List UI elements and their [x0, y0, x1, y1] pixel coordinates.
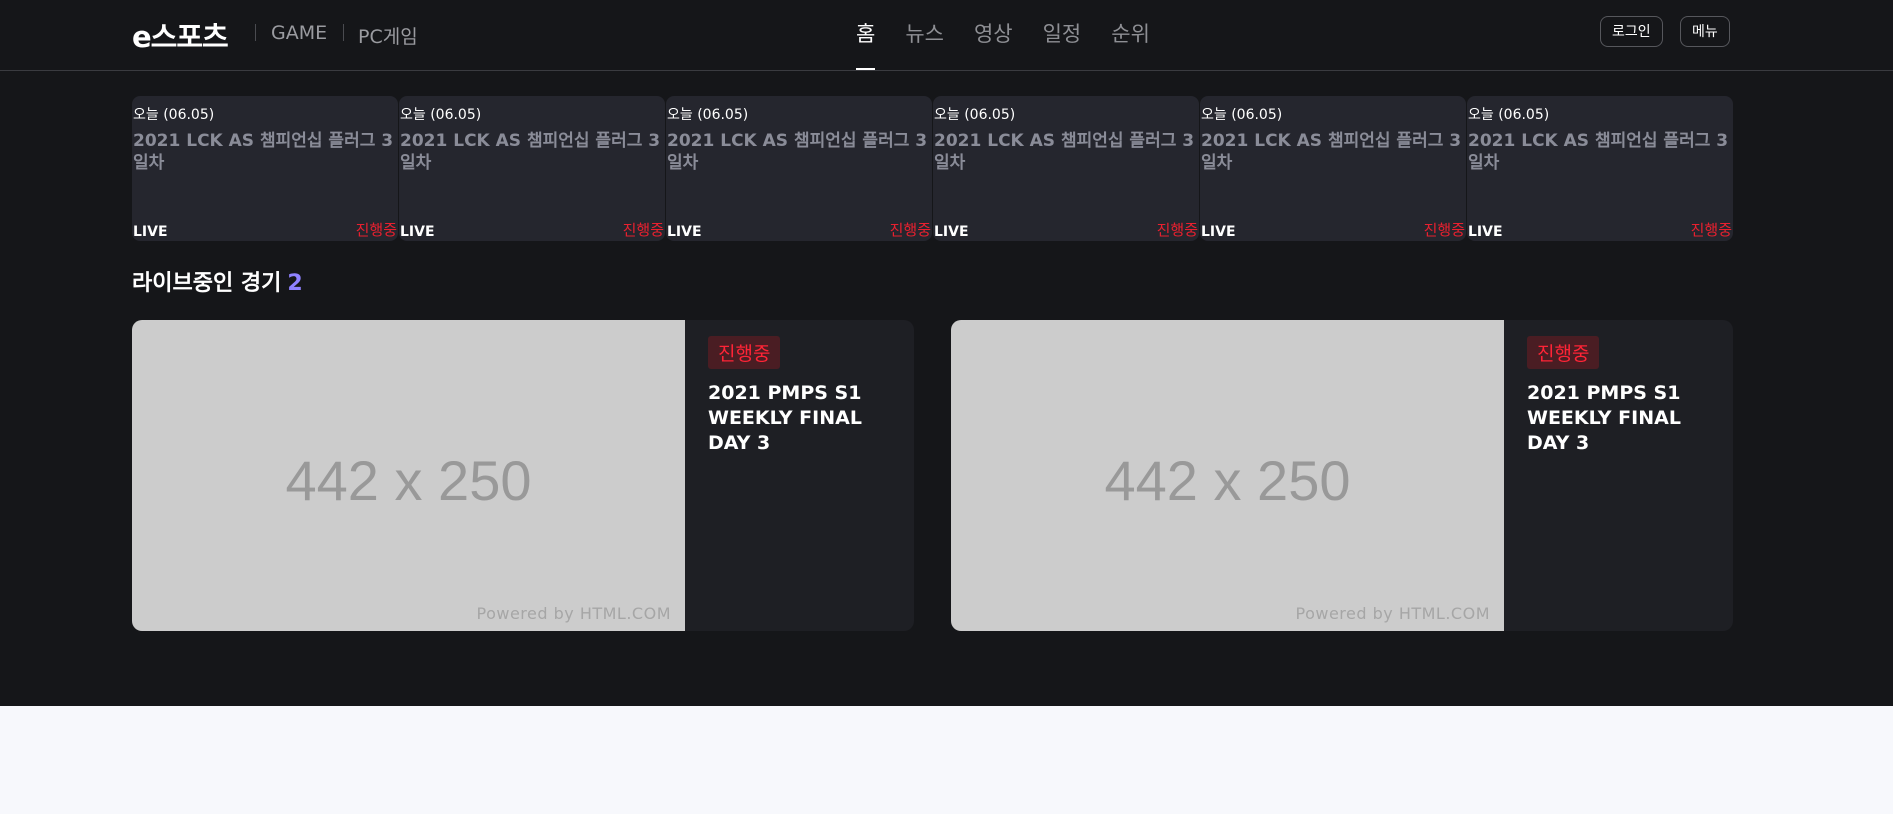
live-label: LIVE [934, 224, 969, 240]
thumbnail-powered-text: Powered by HTML.COM [476, 604, 671, 623]
schedule-title: 2021 LCK AS 챔피언십 플러그 3일차 [400, 131, 661, 173]
live-label: LIVE [667, 224, 702, 240]
schedule-date: 오늘 (06.05) [1468, 107, 1550, 123]
nav-tab-news[interactable]: 뉴스 [905, 18, 944, 70]
main-dark-area: e스포츠 GAME PC게임 홈 뉴스 영상 일정 순위 로그인 메뉴 오늘 (… [0, 0, 1893, 706]
menu-button[interactable]: 메뉴 [1680, 16, 1730, 47]
site-logo[interactable]: e스포츠 [132, 14, 229, 56]
schedule-title: 2021 LCK AS 챔피언십 플러그 3일차 [934, 131, 1195, 173]
header-divider [255, 24, 256, 41]
schedule-card[interactable]: 오늘 (06.05) 2021 LCK AS 챔피언십 플러그 3일차 LIVE… [666, 96, 932, 241]
schedule-title: 2021 LCK AS 챔피언십 플러그 3일차 [133, 131, 394, 173]
status-label: 진행중 [1423, 221, 1465, 239]
status-label: 진행중 [1156, 221, 1198, 239]
live-label: LIVE [133, 224, 168, 240]
live-label: LIVE [1468, 224, 1503, 240]
schedule-card[interactable]: 오늘 (06.05) 2021 LCK AS 챔피언십 플러그 3일차 LIVE… [132, 96, 398, 241]
status-label: 진행중 [1690, 221, 1732, 239]
footer-area [0, 706, 1893, 814]
live-label: LIVE [1201, 224, 1236, 240]
match-thumbnail[interactable]: 442 x 250 Powered by HTML.COM [951, 320, 1504, 631]
schedule-strip: 오늘 (06.05) 2021 LCK AS 챔피언십 플러그 3일차 LIVE… [132, 96, 1733, 241]
login-button[interactable]: 로그인 [1600, 16, 1663, 47]
nav-tab-video[interactable]: 영상 [974, 18, 1013, 70]
nav-tab-schedule[interactable]: 일정 [1043, 18, 1082, 70]
schedule-date: 오늘 (06.05) [400, 107, 482, 123]
status-label: 진행중 [622, 221, 664, 239]
schedule-card[interactable]: 오늘 (06.05) 2021 LCK AS 챔피언십 플러그 3일차 LIVE… [933, 96, 1199, 241]
live-match-card[interactable]: 442 x 250 Powered by HTML.COM 진행중 2021 P… [951, 320, 1733, 631]
schedule-date: 오늘 (06.05) [133, 107, 215, 123]
match-title[interactable]: 2021 PMPS S1 WEEKLY FINAL DAY 3 [708, 381, 894, 456]
schedule-title: 2021 LCK AS 챔피언십 플러그 3일차 [667, 131, 928, 173]
header-link-pc-game[interactable]: PC게임 [358, 22, 418, 49]
status-badge: 진행중 [1527, 336, 1600, 369]
nav-tab-home[interactable]: 홈 [856, 18, 876, 70]
live-label: LIVE [400, 224, 435, 240]
schedule-date: 오늘 (06.05) [934, 107, 1016, 123]
schedule-card[interactable]: 오늘 (06.05) 2021 LCK AS 챔피언십 플러그 3일차 LIVE… [399, 96, 665, 241]
schedule-card[interactable]: 오늘 (06.05) 2021 LCK AS 챔피언십 플러그 3일차 LIVE… [1467, 96, 1733, 241]
match-info: 진행중 2021 PMPS S1 WEEKLY FINAL DAY 3 [708, 336, 894, 456]
live-count-badge: 2 [287, 271, 303, 296]
header: e스포츠 GAME PC게임 홈 뉴스 영상 일정 순위 로그인 메뉴 [0, 0, 1893, 71]
nav-tab-ranking[interactable]: 순위 [1111, 18, 1150, 70]
status-label: 진행중 [355, 221, 397, 239]
schedule-date: 오늘 (06.05) [667, 107, 749, 123]
main-nav: 홈 뉴스 영상 일정 순위 [856, 18, 1150, 70]
schedule-title: 2021 LCK AS 챔피언십 플러그 3일차 [1468, 131, 1729, 173]
live-section-title-text: 라이브중인 경기 [132, 271, 282, 296]
match-thumbnail[interactable]: 442 x 250 Powered by HTML.COM [132, 320, 685, 631]
status-label: 진행중 [889, 221, 931, 239]
schedule-card[interactable]: 오늘 (06.05) 2021 LCK AS 챔피언십 플러그 3일차 LIVE… [1200, 96, 1466, 241]
thumbnail-size-text: 442 x 250 [285, 449, 532, 512]
schedule-date: 오늘 (06.05) [1201, 107, 1283, 123]
status-badge: 진행중 [708, 336, 781, 369]
live-section-title: 라이브중인 경기 2 [132, 265, 303, 297]
header-link-game[interactable]: GAME [271, 22, 327, 44]
thumbnail-powered-text: Powered by HTML.COM [1295, 604, 1490, 623]
header-divider [343, 24, 344, 41]
schedule-title: 2021 LCK AS 챔피언십 플러그 3일차 [1201, 131, 1462, 173]
live-match-card[interactable]: 442 x 250 Powered by HTML.COM 진행중 2021 P… [132, 320, 914, 631]
thumbnail-size-text: 442 x 250 [1104, 449, 1351, 512]
match-info: 진행중 2021 PMPS S1 WEEKLY FINAL DAY 3 [1527, 336, 1713, 456]
match-title[interactable]: 2021 PMPS S1 WEEKLY FINAL DAY 3 [1527, 381, 1713, 456]
